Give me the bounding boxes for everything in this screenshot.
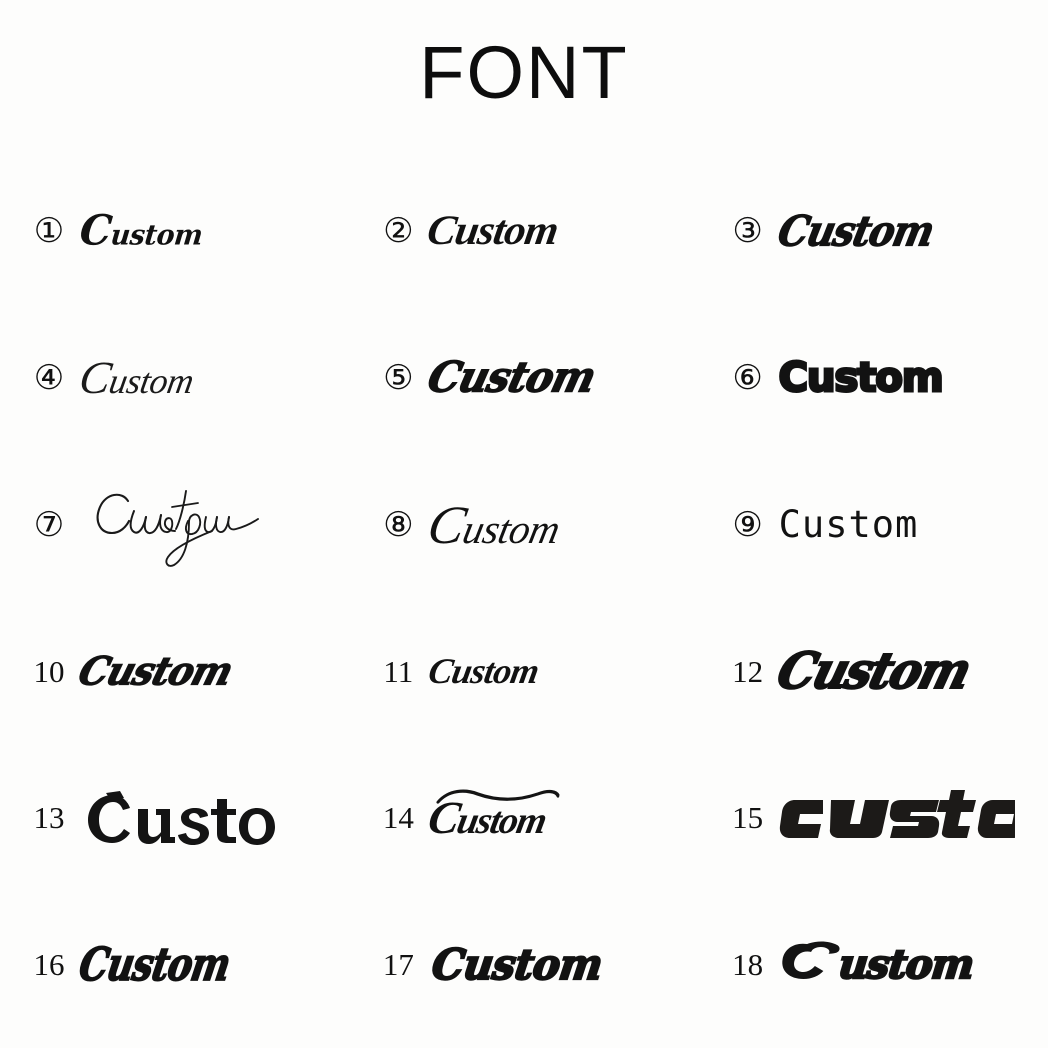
- sample-number-8: ⑧: [383, 504, 414, 545]
- sample-text-7: [80, 477, 280, 573]
- sample-text-1-rest: ustom: [109, 219, 204, 253]
- sample-text-14: Custom: [424, 789, 561, 843]
- font-sample-17[interactable]: 17 Custom: [349, 891, 698, 1038]
- sample-text-4-rest: ustom: [106, 360, 197, 401]
- sample-number-9: ⑨: [732, 504, 763, 545]
- sample-text-8-rest: ustom: [459, 505, 565, 552]
- sample-text-4: Custom: [76, 352, 198, 403]
- sample-text-2: Custom: [424, 208, 562, 255]
- sample-text-14-rest: ustom: [453, 799, 550, 842]
- sample-text-17: Custom: [428, 939, 606, 990]
- sample-number-4: ④: [33, 357, 65, 398]
- sample-text-12: Custom: [770, 641, 977, 701]
- sample-number-11: 11: [383, 653, 414, 689]
- sample-number-18: 18: [732, 947, 764, 983]
- sample-number-6: ⑥: [732, 357, 763, 398]
- sample-number-5: ⑤: [383, 357, 414, 398]
- sample-text-15: [779, 789, 1015, 846]
- font-sample-13[interactable]: 13: [0, 745, 349, 892]
- sample-number-2: ②: [383, 211, 414, 252]
- font-sample-5[interactable]: ⑤ Custom: [349, 305, 698, 452]
- font-sample-grid: ① Custom ② Custom ③ Custom ④ Custom ⑤ Cu…: [0, 158, 1048, 1038]
- font-sample-sheet: FONT ① Custom ② Custom ③ Custom ④ Custom: [0, 0, 1048, 1048]
- font-sample-15[interactable]: 15: [699, 745, 1048, 892]
- sample-number-7: ⑦: [33, 504, 65, 545]
- font-sample-2[interactable]: ② Custom: [349, 158, 698, 305]
- sample-number-3: ③: [732, 211, 763, 252]
- sample-number-17: 17: [382, 947, 414, 983]
- font-sample-11[interactable]: 11 Custom: [349, 598, 698, 745]
- sample-text-16: Custom: [75, 937, 235, 991]
- font-sample-10[interactable]: 10 Custom: [0, 598, 349, 745]
- font-sample-1[interactable]: ① Custom: [0, 158, 349, 305]
- sample-number-14: 14: [382, 800, 414, 836]
- blackletter-glyphs: [88, 790, 275, 845]
- sample-text-1-cap: C: [77, 206, 114, 256]
- font-sample-14[interactable]: 14 Custom: [349, 745, 698, 892]
- font-sample-7[interactable]: ⑦: [0, 451, 349, 598]
- sample-text-18: ustom: [776, 939, 976, 991]
- sample-text-1: Custom: [77, 206, 205, 255]
- sample-number-16: 16: [33, 947, 65, 983]
- sample-text-5: Custom: [423, 352, 602, 403]
- signature-script-glyphs: [96, 489, 259, 567]
- sample-text-6: Custom: [777, 354, 945, 401]
- sample-text-18-rest: ustom: [835, 939, 976, 988]
- sample-text-9: Custom: [778, 503, 919, 547]
- sample-number-15: 15: [732, 800, 764, 836]
- font-sample-3[interactable]: ③ Custom: [699, 158, 1048, 305]
- font-sample-9[interactable]: ⑨ Custom: [699, 451, 1048, 598]
- sample-text-10: Custom: [73, 647, 238, 694]
- font-sample-8[interactable]: ⑧ Custom: [349, 451, 698, 598]
- font-sample-6[interactable]: ⑥ Custom: [699, 305, 1048, 452]
- sample-text-3: Custom: [773, 205, 938, 256]
- font-sample-18[interactable]: 18 ustom: [699, 891, 1048, 1038]
- font-sample-4[interactable]: ④ Custom: [0, 305, 349, 452]
- sample-number-13: 13: [33, 800, 65, 836]
- page-title: FONT: [419, 31, 629, 114]
- sample-text-11: Custom: [425, 651, 543, 692]
- swash-capital-c-icon: [781, 941, 840, 979]
- font-sample-12[interactable]: 12 Custom: [699, 598, 1048, 745]
- racing-italic-glyphs: [779, 789, 1015, 838]
- sample-number-12: 12: [732, 653, 764, 689]
- sample-text-13: [80, 787, 280, 849]
- sample-number-10: 10: [33, 653, 65, 689]
- sample-number-1: ①: [33, 211, 65, 252]
- sample-text-8: Custom: [423, 495, 566, 555]
- font-sample-16[interactable]: 16 Custom: [0, 891, 349, 1038]
